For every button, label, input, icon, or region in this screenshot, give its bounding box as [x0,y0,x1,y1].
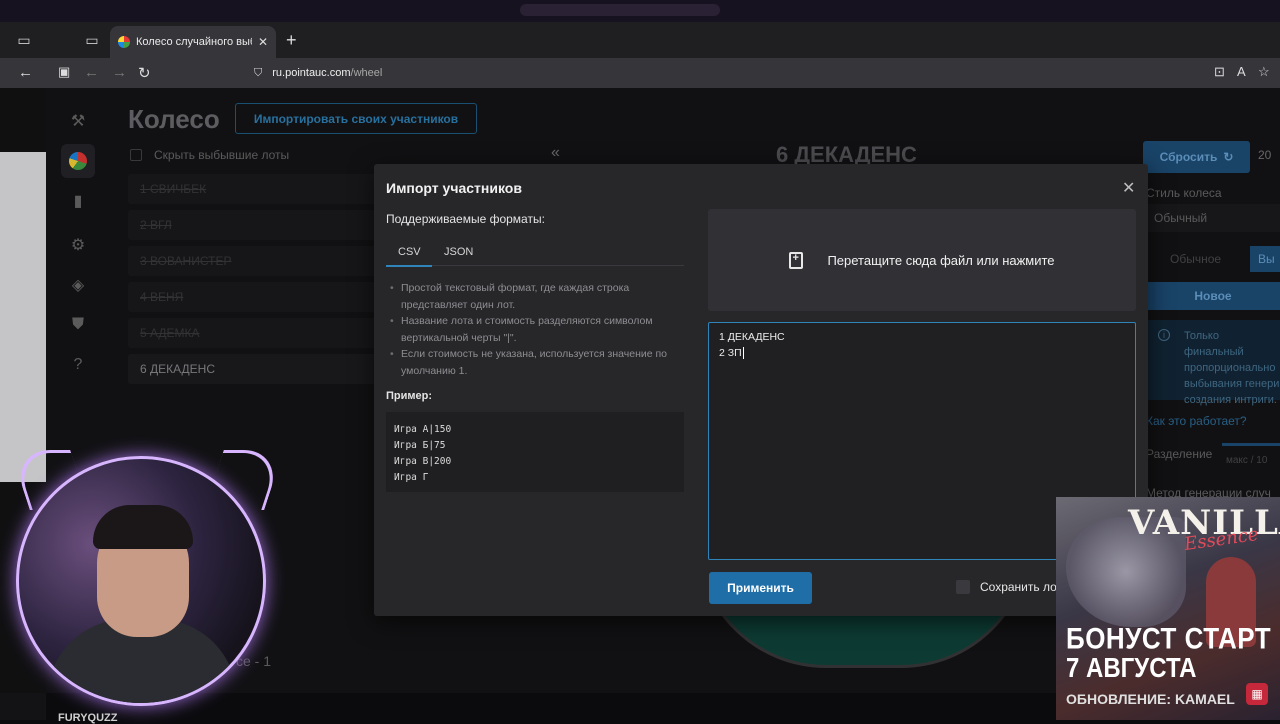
webcam-circle [16,456,266,706]
sidebar-toggle-icon[interactable]: ▣ [58,64,70,80]
text-cursor [742,347,744,359]
bookmark-star-icon[interactable]: ☆ [1258,64,1270,80]
example-label: Пример: [386,390,433,402]
browser-tabbar: ▭ ▭ Колесо случайного выбора – ✕ + [0,22,1280,58]
translate-icon[interactable]: A [1237,64,1246,79]
reload-icon[interactable]: ↻ [138,64,151,82]
webcam-overlay: FURYQUZZ [0,450,300,724]
os-title-pill [520,4,720,16]
streamer-hair [93,505,193,549]
list-item: Если стоимость не указана, используется … [390,346,686,379]
format-tabs: CSV JSON [386,240,684,267]
file-upload-icon [789,251,804,269]
save-lots-label: Сохранить ло [980,580,1057,594]
ad-banner[interactable]: VANILLA Essence БОНУСТ СТАРТ 7 АВГУСТА О… [1056,497,1280,720]
list-item: Простой текстовый формат, где каждая стр… [390,280,686,313]
dialog-title: Импорт участников [386,180,522,196]
ad-date: 7 АВГУСТА [1066,653,1197,685]
url-path: /wheel [350,67,383,79]
code-line: Игра В|200 [394,456,452,467]
back-icon[interactable]: ← [18,64,33,81]
list-item: Название лота и стоимость разделяются си… [390,313,686,346]
format-description-list: Простой текстовый формат, где каждая стр… [390,280,686,379]
tab-json[interactable]: JSON [444,246,473,258]
dropzone-label: Перетащите сюда файл или нажмите [827,252,1055,268]
tab-csv[interactable]: CSV [386,246,432,267]
code-line: Игра Г [394,472,429,483]
code-line: Игра Б|75 [394,440,446,451]
tab-close-icon[interactable]: ✕ [258,35,268,49]
tab-title: Колесо случайного выбора – [136,36,252,48]
streamer-name: FURYQUZZ [58,712,118,724]
browser-tab-active[interactable]: Колесо случайного выбора – ✕ [110,26,276,58]
import-dialog: Импорт участников ✕ Поддерживаемые форма… [374,164,1148,616]
new-tab-button[interactable]: + [286,30,297,51]
ad-update: ОБНОВЛЕНИЕ: KAMAEL [1066,691,1235,707]
example-code-block: Игра А|150 Игра Б|75 Игра В|200 Игра Г [386,412,684,492]
file-dropzone[interactable]: Перетащите сюда файл или нажмите [708,209,1136,311]
save-lots-checkbox[interactable]: Сохранить ло [956,580,1057,594]
os-top-strip [0,0,1280,22]
textarea-line: 2 ЗП [719,347,742,359]
back-arrow-icon[interactable]: ← [84,64,99,81]
calendar-icon: ▦ [1246,683,1268,705]
wheel-favicon-icon [118,36,130,48]
checkbox-box[interactable] [956,580,970,594]
supported-formats-label: Поддерживаемые форматы: [386,212,545,226]
url-host: ru.pointauc.com [272,67,351,79]
site-info-icon[interactable]: ⛉ [254,67,262,80]
code-line: Игра А|150 [394,424,452,435]
address-bar-row: ← ▣ ← → ↻ ⛉ ru.pointauc.com/wheel ⊡ A ☆ [0,58,1280,88]
close-icon[interactable]: ✕ [1122,178,1135,198]
tab-groups-icon[interactable]: ▭ [16,32,32,48]
ad-headline: БОНУСТ СТАРТ [1066,621,1272,656]
apply-button[interactable]: Применить [709,572,812,604]
forward-arrow-icon[interactable]: → [112,64,127,81]
install-app-icon[interactable]: ⊡ [1214,64,1225,80]
pinned-tab-icon[interactable]: ▭ [84,32,100,48]
textarea-line: 1 ДЕКАДЕНС [719,331,785,343]
url-field[interactable]: ⛉ ru.pointauc.com/wheel [244,61,1280,85]
